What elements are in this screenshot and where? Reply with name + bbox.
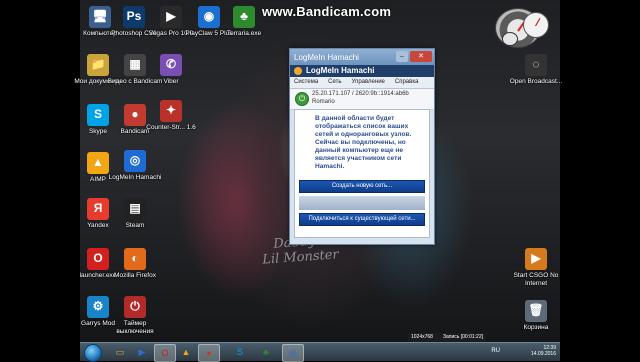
cpu-meter-dial <box>502 32 518 46</box>
menu-manage[interactable]: Управление <box>352 77 385 88</box>
hamachi-icon: ◎ <box>124 150 146 172</box>
skype-icon: S <box>87 104 109 126</box>
bandicam-watermark: www.Bandicam.com <box>262 4 392 19</box>
icon-label: Counter-Str... 1.6 <box>146 124 196 131</box>
desktop-icon-open-broadcast[interactable]: ◌ Open Broadcast... <box>508 54 564 86</box>
letterbox-left <box>0 0 80 360</box>
clock-gadget[interactable] <box>523 12 549 38</box>
start-button[interactable] <box>84 344 102 362</box>
icon-label: Viber <box>163 78 179 85</box>
join-network-button[interactable]: Подключиться к существующей сети... <box>299 213 425 226</box>
icon-label: Open Broadcast... <box>509 78 563 85</box>
photoshop-icon: Ps <box>123 6 145 28</box>
icon-label: Таймер выключения <box>116 320 154 335</box>
taskbar-explorer-icon[interactable]: ▭ <box>110 344 130 360</box>
minimize-button[interactable]: – <box>396 51 408 62</box>
tray-date: 14.09.2016 <box>530 351 556 357</box>
taskbar-opera-icon[interactable]: O <box>154 344 176 362</box>
broadcast-icon: ◌ <box>525 54 547 76</box>
taskbar-skype-icon[interactable]: S <box>230 344 250 360</box>
letterbox-right <box>560 0 640 360</box>
viber-icon: ✆ <box>160 54 182 76</box>
aimp-icon: ▲ <box>87 152 109 174</box>
hamachi-window[interactable]: LogMeIn Hamachi – ✕ LogMeIn Hamachi Сист… <box>289 48 435 245</box>
icon-label: Steam <box>125 222 145 229</box>
ip-address: 25.20.171.107 / 2620:9b::1914:ab6b <box>312 91 409 97</box>
timer-icon: ⏻ <box>124 296 146 318</box>
launcher-icon: O <box>87 248 109 270</box>
window-titlebar[interactable]: LogMeIn Hamachi – ✕ <box>290 49 434 65</box>
desktop-icon-hamachi[interactable]: ◎ LogMeIn Hamachi <box>107 150 163 182</box>
desktop-icon-steam[interactable]: ▤ Steam <box>107 198 163 230</box>
desktop-icon-start-csgo[interactable]: ▶ Start CSGO No Internet <box>508 248 564 287</box>
desktop-icon-firefox[interactable]: ◐ Mozilla Firefox <box>107 248 163 280</box>
icon-label: Корзина <box>523 324 549 331</box>
taskbar-media-icon[interactable]: ▶ <box>132 344 152 360</box>
icon-label: Mozilla Firefox <box>114 272 156 279</box>
recording-resolution: 1024x768 <box>411 334 433 340</box>
desktop-icon-viber[interactable]: ✆ Viber <box>143 54 199 86</box>
status-panel: ⏻ 25.20.171.107 / 2620:9b::1914:ab6b Rom… <box>290 89 434 110</box>
menu-network[interactable]: Сеть <box>328 77 341 88</box>
icon-label: Terraria.exe <box>226 30 262 37</box>
taskbar: ▭ ▶ O ▲ ● S ♣ ◎ RU 12:39 14.09.2016 <box>80 342 560 362</box>
recording-status-bar: 1024x768 Запись [00:01:22] <box>408 333 487 342</box>
hamachi-logo: LogMeIn Hamachi <box>290 65 434 77</box>
yandex-icon: Я <box>87 198 109 220</box>
window-title: LogMeIn Hamachi <box>294 52 359 62</box>
folder-icon: 📁 <box>87 54 109 76</box>
tray-clock[interactable]: 12:39 14.09.2016 <box>531 345 556 357</box>
icon-label: LogMeIn Hamachi <box>108 174 162 181</box>
network-list: В данной области будет отображаться спис… <box>294 109 430 238</box>
empty-message: В данной области будет отображаться спис… <box>315 115 412 170</box>
recycle-bin-icon: 🗑 <box>525 300 547 322</box>
icon-label: Start CSGO No Internet <box>513 272 559 287</box>
vegas-icon: ▶ <box>160 6 182 28</box>
taskbar-terraria-icon[interactable]: ♣ <box>256 344 276 360</box>
button-separator <box>299 196 425 210</box>
garrys-mod-icon: ⚙ <box>87 296 109 318</box>
desktop-icon-recycle-bin[interactable]: 🗑 Корзина <box>508 300 564 332</box>
menu-bar: Система Сеть Управление Справка <box>290 77 434 89</box>
desktop-icon-terraria[interactable]: ♣ Terraria.exe <box>216 6 272 38</box>
csgo-icon: ▶ <box>525 248 547 270</box>
firefox-icon: ◐ <box>124 248 146 270</box>
desktop-icon-shutdown-timer[interactable]: ⏻ Таймер выключения <box>107 296 163 335</box>
create-network-button[interactable]: Создать новую сеть... <box>299 180 425 193</box>
user-name: Romario <box>312 99 335 105</box>
counter-strike-icon: ✦ <box>160 100 182 122</box>
menu-system[interactable]: Система <box>294 77 318 88</box>
desktop-icon-counter-strike[interactable]: ✦ Counter-Str... 1.6 <box>143 100 199 132</box>
language-indicator[interactable]: RU <box>491 348 500 354</box>
taskbar-bandicam-icon[interactable]: ● <box>198 344 220 362</box>
power-icon[interactable]: ⏻ <box>295 92 309 106</box>
recording-timer: Запись [00:01:22] <box>442 334 484 340</box>
terraria-icon: ♣ <box>233 6 255 28</box>
taskbar-hamachi-icon[interactable]: ◎ <box>282 344 304 362</box>
taskbar-aimp-icon[interactable]: ▲ <box>176 344 196 360</box>
close-button[interactable]: ✕ <box>410 51 432 62</box>
steam-icon: ▤ <box>124 198 146 220</box>
menu-help[interactable]: Справка <box>395 77 419 88</box>
